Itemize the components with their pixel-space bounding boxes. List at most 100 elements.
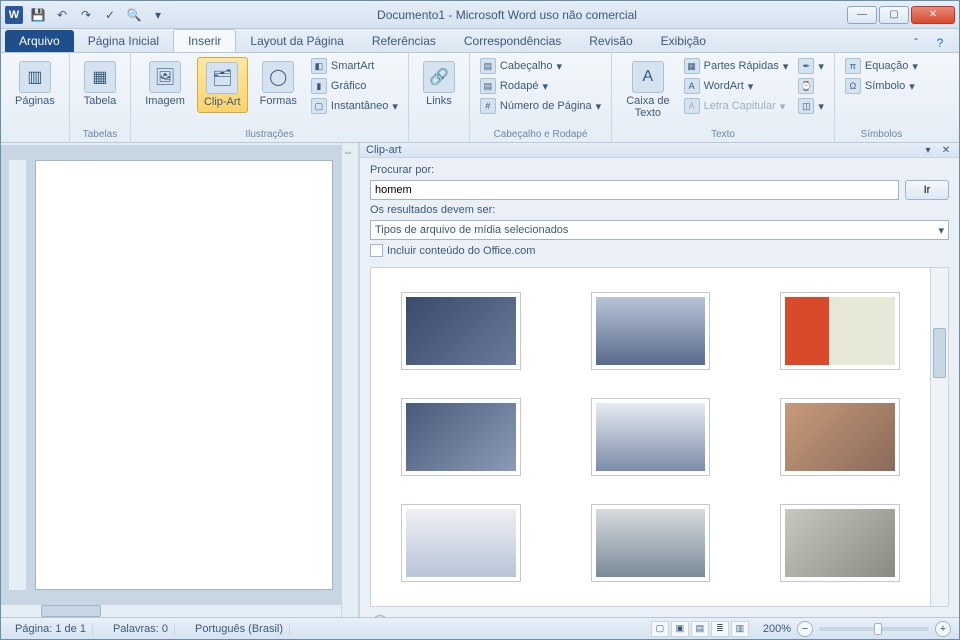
maximize-button[interactable]: ▢ xyxy=(879,6,909,24)
go-button[interactable]: Ir xyxy=(905,180,949,200)
tab-review[interactable]: Revisão xyxy=(575,30,646,52)
results-scrollbar[interactable] xyxy=(930,268,948,606)
vertical-ruler[interactable] xyxy=(9,160,27,590)
clipart-result[interactable] xyxy=(401,504,521,582)
clipart-result[interactable] xyxy=(591,398,711,476)
wordart-button[interactable]: AWordArt ▾ xyxy=(682,77,791,95)
splitter[interactable]: ⇔ xyxy=(341,143,359,617)
spellcheck-icon[interactable]: ✓ xyxy=(101,6,119,24)
image-button[interactable]: 🖼 Imagem xyxy=(139,57,191,111)
pane-title: Clip-art xyxy=(366,144,401,156)
group-label-symbols: Símbolos xyxy=(843,129,920,140)
zoom-knob[interactable] xyxy=(874,623,882,635)
tab-file[interactable]: Arquivo xyxy=(5,30,74,52)
screenshot-icon: ▢ xyxy=(311,98,327,114)
equation-icon: π xyxy=(845,58,861,74)
table-button[interactable]: ▦ Tabela xyxy=(78,57,122,111)
clipart-result[interactable] xyxy=(780,504,900,582)
group-pages: ▥ Páginas xyxy=(1,53,70,142)
equation-label: Equação xyxy=(865,60,908,72)
zoom-slider[interactable] xyxy=(819,627,929,631)
status-words[interactable]: Palavras: 0 xyxy=(107,623,175,635)
zoom-in-button[interactable]: + xyxy=(935,621,951,637)
shapes-button[interactable]: ◯ Formas xyxy=(254,57,303,111)
pane-dropdown-icon[interactable]: ▾ xyxy=(921,143,935,157)
zoom-level[interactable]: 200% xyxy=(763,623,791,635)
clipart-result[interactable] xyxy=(401,292,521,370)
chart-icon: ▮ xyxy=(311,78,327,94)
tab-home[interactable]: Página Inicial xyxy=(74,30,173,52)
save-icon[interactable]: 💾 xyxy=(29,6,47,24)
scroll-thumb[interactable] xyxy=(933,328,946,378)
pagenumber-button[interactable]: #Número de Página ▾ xyxy=(478,97,603,115)
tab-references[interactable]: Referências xyxy=(358,30,450,52)
pages-button[interactable]: ▥ Páginas xyxy=(9,57,61,111)
smartart-button[interactable]: ◧SmartArt xyxy=(309,57,400,75)
textbox-icon: A xyxy=(632,61,664,93)
clipart-label: Clip-Art xyxy=(204,96,241,108)
sigline-button[interactable]: ✒▾ xyxy=(796,57,826,75)
links-button[interactable]: 🔗 Links xyxy=(417,57,461,111)
clipart-button[interactable]: 🗂 Clip-Art xyxy=(197,57,248,113)
clipart-result[interactable] xyxy=(780,398,900,476)
window-title: Documento1 - Microsoft Word uso não come… xyxy=(167,8,847,22)
header-button[interactable]: ▤Cabeçalho ▾ xyxy=(478,57,603,75)
media-type-select[interactable]: Tipos de arquivo de mídia selecionados ▾ xyxy=(370,220,949,240)
chart-button[interactable]: ▮Gráfico xyxy=(309,77,400,95)
view-outline[interactable]: ≣ xyxy=(711,621,729,637)
status-language[interactable]: Português (Brasil) xyxy=(189,623,290,635)
clipart-result[interactable] xyxy=(591,504,711,582)
clipart-task-pane: Clip-art ▾ ✕ Procurar por: Ir Os resulta… xyxy=(359,143,959,617)
equation-button[interactable]: πEquação ▾ xyxy=(843,57,920,75)
tab-mailings[interactable]: Correspondências xyxy=(450,30,575,52)
screenshot-button[interactable]: ▢Instantâneo ▾ xyxy=(309,97,400,115)
zoom-out-button[interactable]: − xyxy=(797,621,813,637)
help-icon[interactable]: ? xyxy=(931,34,949,52)
document-pane xyxy=(1,143,341,617)
symbol-label: Símbolo xyxy=(865,80,905,92)
status-page[interactable]: Página: 1 de 1 xyxy=(9,623,93,635)
close-button[interactable]: ✕ xyxy=(911,6,955,24)
search-input[interactable] xyxy=(370,180,899,200)
view-print-layout[interactable]: ▢ xyxy=(651,621,669,637)
tab-layout[interactable]: Layout da Página xyxy=(236,30,357,52)
clipart-result[interactable] xyxy=(591,292,711,370)
pane-close-icon[interactable]: ✕ xyxy=(939,143,953,157)
textbox-button[interactable]: A Caixa de Texto xyxy=(620,57,675,123)
tab-insert[interactable]: Inserir xyxy=(173,29,236,52)
footer-button[interactable]: ▤Rodapé ▾ xyxy=(478,77,603,95)
redo-icon[interactable]: ↷ xyxy=(77,6,95,24)
clipart-icon: 🗂 xyxy=(206,62,238,94)
ribbon-min-icon[interactable]: ˆ xyxy=(907,34,925,52)
minimize-button[interactable]: — xyxy=(847,6,877,24)
pages-label: Páginas xyxy=(15,95,55,107)
symbol-button[interactable]: ΩSímbolo ▾ xyxy=(843,77,920,95)
datetime-button[interactable]: ⌚ xyxy=(796,77,826,95)
dropcap-button[interactable]: ALetra Capitular ▾ xyxy=(682,97,791,115)
include-office-checkbox[interactable]: Incluir conteúdo do Office.com xyxy=(370,244,949,257)
dropcap-label: Letra Capitular xyxy=(704,100,776,112)
tab-view[interactable]: Exibição xyxy=(647,30,720,52)
undo-icon[interactable]: ↶ xyxy=(53,6,71,24)
group-illustrations: 🖼 Imagem 🗂 Clip-Art ◯ Formas ◧SmartArt ▮… xyxy=(131,53,409,142)
quickparts-button[interactable]: ▦Partes Rápidas ▾ xyxy=(682,57,791,75)
work-area: ⇔ Clip-art ▾ ✕ Procurar por: Ir Os resul… xyxy=(1,143,959,617)
view-draft[interactable]: ▥ xyxy=(731,621,749,637)
clipart-result[interactable] xyxy=(780,292,900,370)
footer-icon: ▤ xyxy=(480,78,496,94)
qat-dropdown-icon[interactable]: ▾ xyxy=(149,6,167,24)
symbol-icon: Ω xyxy=(845,78,861,94)
document-page[interactable] xyxy=(35,160,333,590)
view-fullscreen[interactable]: ▣ xyxy=(671,621,689,637)
horizontal-scrollbar[interactable] xyxy=(1,604,341,617)
view-web[interactable]: ▤ xyxy=(691,621,709,637)
document-viewport xyxy=(1,146,341,604)
object-button[interactable]: ◫▾ xyxy=(796,97,826,115)
zoom-icon[interactable]: 🔍 xyxy=(125,6,143,24)
clipart-result[interactable] xyxy=(401,398,521,476)
object-icon: ◫ xyxy=(798,98,814,114)
table-label: Tabela xyxy=(84,95,116,107)
scroll-thumb[interactable] xyxy=(41,605,101,617)
chevron-down-icon: ▾ xyxy=(938,224,944,237)
checkbox-icon xyxy=(370,244,383,257)
